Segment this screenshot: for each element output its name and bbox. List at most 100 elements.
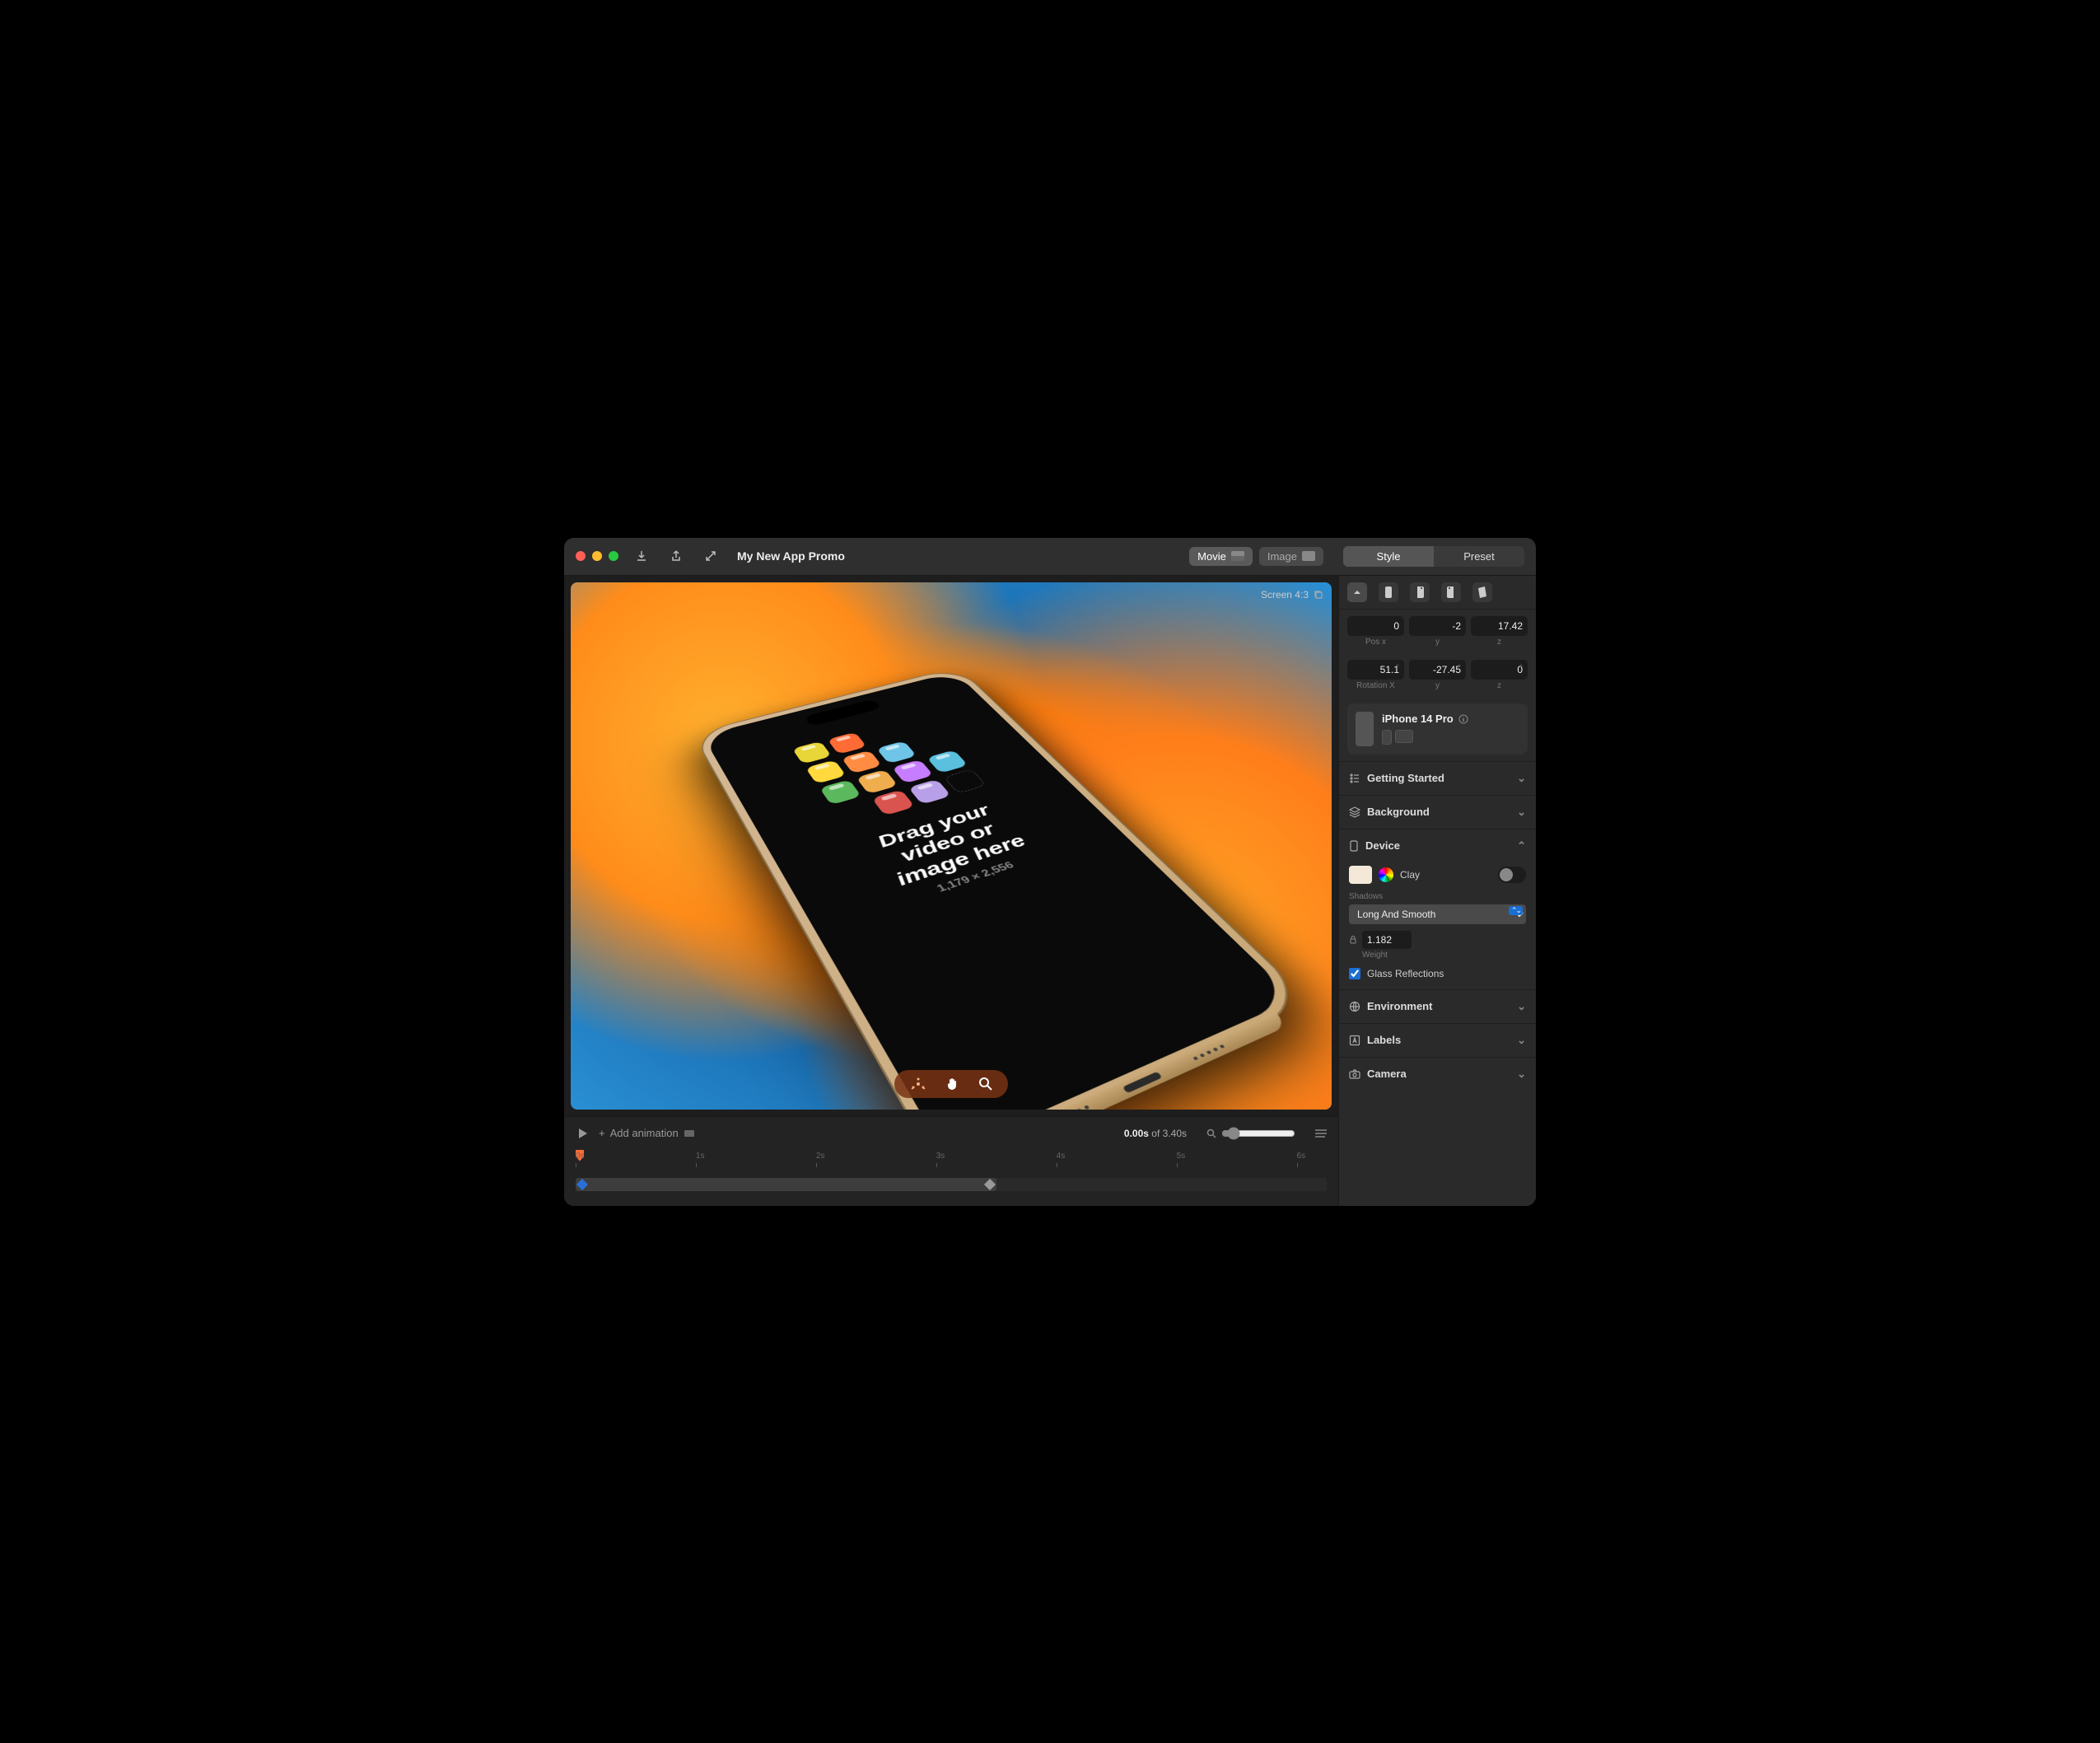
tick: 6s [1297,1152,1306,1161]
camera-icon [1349,1069,1360,1079]
list-icon [1349,773,1360,784]
pos-z-label: z [1471,638,1528,647]
camera-section[interactable]: Camera ⌄ [1339,1058,1536,1091]
position-fields [1339,610,1536,638]
weight-input[interactable] [1362,931,1412,949]
timeline-time: 0.00s of 3.40s [1124,1128,1187,1139]
share-icon[interactable] [665,544,688,568]
movie-button[interactable]: Movie [1189,547,1253,566]
portrait-mode-icon[interactable] [1382,730,1392,745]
keyframe-icon [684,1129,695,1138]
timeline-zoom [1206,1127,1295,1140]
rotation-fields: ° ° ° [1339,653,1536,681]
info-icon[interactable] [1458,714,1468,724]
shadows-select[interactable]: Long And Smooth [1349,904,1526,924]
titlebar: My New App Promo Movie Image Style Prese… [564,538,1536,576]
device-color-swatch[interactable] [1349,866,1372,884]
device-section[interactable]: Device ⌃ [1339,829,1536,862]
landscape-mode-icon[interactable] [1395,730,1413,743]
close-button[interactable] [576,551,586,561]
orient-angled-icon[interactable] [1472,582,1492,602]
section-label: Getting Started [1367,772,1444,784]
tick: 1s [696,1152,705,1161]
chevron-down-icon: ⌄ [1517,806,1526,819]
chevron-down-icon: ⌄ [1517,1068,1526,1081]
orbit-tool[interactable] [909,1077,927,1091]
rot-z-label: z [1471,681,1528,690]
pos-x-input[interactable] [1347,616,1404,636]
section-label: Labels [1367,1034,1401,1046]
background-section[interactable]: Background ⌄ [1339,796,1536,829]
device-section-body: Clay Shadows Long And Smooth Weight [1339,862,1536,989]
pos-z-input[interactable] [1471,616,1528,636]
pos-y-label: y [1409,638,1466,647]
zoom-tool[interactable] [978,1077,993,1091]
text-icon [1349,1035,1360,1046]
expand-icon[interactable] [699,544,722,568]
style-tab[interactable]: Style [1343,546,1434,567]
device-card[interactable]: iPhone 14 Pro [1347,703,1528,755]
color-picker-icon[interactable] [1379,867,1393,882]
timeline-panel: + Add animation 0.00s of 3.40s [564,1116,1338,1206]
copy-icon [1314,590,1323,600]
shadows-label: Shadows [1349,892,1526,901]
minimize-button[interactable] [592,551,602,561]
timeline-ruler[interactable]: 0s 1s 2s 3s 4s 5s 6s [576,1152,1327,1168]
chevron-up-icon: ⌃ [1517,839,1526,853]
add-animation-button[interactable]: + Add animation [599,1127,695,1139]
environment-section[interactable]: Environment ⌄ [1339,990,1536,1023]
chevron-down-icon: ⌄ [1517,1034,1526,1047]
tick: 2s [816,1152,825,1161]
tick: 5s [1177,1152,1186,1161]
orient-tilt-right-icon[interactable] [1441,582,1461,602]
labels-section[interactable]: Labels ⌄ [1339,1024,1536,1057]
app-window: My New App Promo Movie Image Style Prese… [564,538,1536,1206]
tick: 0s [576,1152,585,1161]
dynamic-island [804,699,882,727]
keyframe-start[interactable] [576,1178,588,1189]
project-title: My New App Promo [737,549,845,563]
collapse-inspector-icon[interactable] [1347,582,1367,602]
section-label: Device [1365,839,1400,852]
globe-icon [1349,1001,1360,1012]
canvas[interactable]: Screen 4:3 [571,582,1332,1110]
aspect-ratio-label[interactable]: Screen 4:3 [1261,589,1323,600]
tick: 4s [1057,1152,1066,1161]
export-mode-group: Movie Image [1189,547,1323,566]
download-icon[interactable] [630,544,653,568]
pan-tool[interactable] [945,1077,960,1091]
chevron-down-icon: ⌄ [1517,772,1526,785]
chevron-down-icon: ⌄ [1517,1000,1526,1013]
layers-icon [1349,806,1360,818]
rot-y-label: y [1409,681,1466,690]
orient-tilt-left-icon[interactable] [1410,582,1430,602]
section-label: Background [1367,806,1430,818]
play-button[interactable] [576,1127,589,1140]
orient-front-icon[interactable] [1379,582,1398,602]
image-button[interactable]: Image [1259,547,1323,566]
section-label: Camera [1367,1068,1407,1080]
inspector-sidebar: Pos x y z ° ° ° Rotation X y z iPhone 14… [1338,576,1536,1206]
timeline-menu[interactable] [1314,1129,1327,1138]
keyframe-end[interactable] [984,1178,996,1189]
tick: 3s [936,1152,945,1161]
orientation-presets [1339,576,1536,610]
animation-track[interactable] [576,1178,1327,1191]
zoom-slider[interactable] [1221,1127,1295,1140]
clay-label: Clay [1400,869,1420,881]
glass-reflections-checkbox[interactable] [1349,968,1360,979]
ratio-text: Screen 4:3 [1261,589,1309,600]
maximize-button[interactable] [609,551,618,561]
device-name-label: iPhone 14 Pro [1382,713,1454,725]
inspector-tabs: Style Preset [1343,546,1524,567]
pos-y-input[interactable] [1409,616,1466,636]
clay-toggle[interactable] [1498,867,1526,883]
preset-tab[interactable]: Preset [1434,546,1524,567]
picture-icon [1302,551,1315,561]
animation-clip[interactable] [576,1178,996,1191]
plus-icon: + [599,1127,605,1139]
device-thumbnail [1356,712,1374,746]
weight-label: Weight [1362,951,1526,960]
getting-started-section[interactable]: Getting Started ⌄ [1339,762,1536,795]
film-icon [1231,551,1244,561]
